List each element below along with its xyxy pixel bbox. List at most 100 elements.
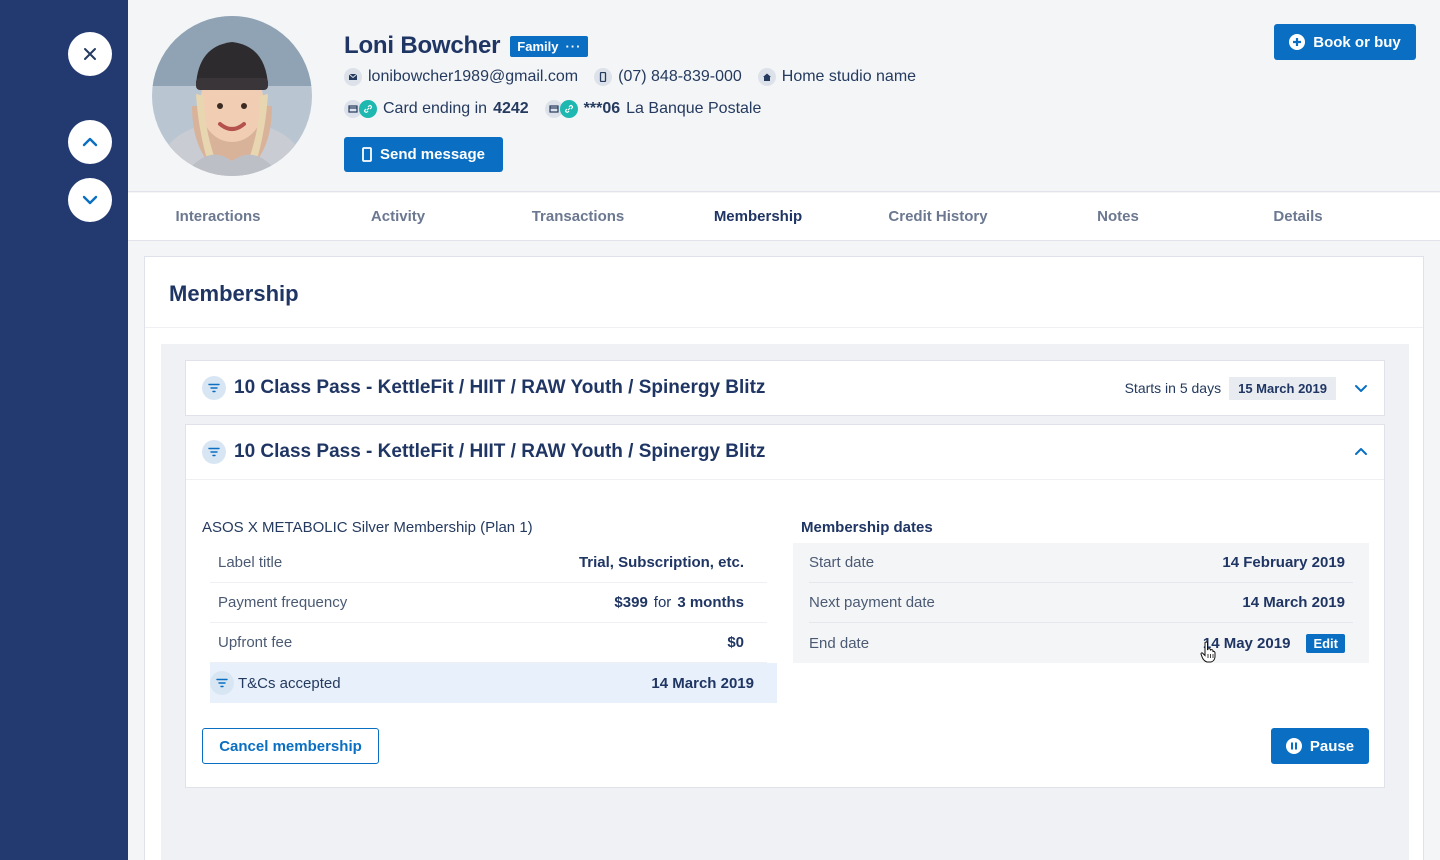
card-prefix-text: Card ending in (383, 100, 488, 117)
bank-payment-item[interactable]: ***06 La Banque Postale (544, 100, 762, 118)
end-date-key: End date (809, 634, 870, 652)
tcs-accepted-label: T&Cs accepted (238, 674, 341, 692)
start-date-value: 14 February 2019 (1222, 554, 1345, 571)
phone-text: (07) 848-839-000 (618, 68, 742, 85)
email-item[interactable]: lonibowcher1989@gmail.com (344, 68, 578, 86)
tab-notes[interactable]: Notes (1028, 193, 1208, 240)
name-row: Loni Bowcher Family ··· (344, 32, 589, 60)
avatar (152, 16, 312, 176)
membership-card-collapsed[interactable]: 10 Class Pass - KettleFit / HIIT / RAW Y… (185, 360, 1385, 416)
membership-panel: Membership 10 Class Pass - KettleFit / H… (144, 256, 1424, 860)
start-date-key: Start date (809, 554, 875, 571)
next-record-button[interactable] (68, 178, 112, 222)
link-icon (359, 100, 377, 118)
pause-button[interactable]: Pause (1271, 728, 1369, 764)
membership-type-badge[interactable]: Family ··· (510, 35, 589, 57)
tab-details[interactable]: Details (1208, 193, 1388, 240)
membership-dates-table: Start date 14 February 2019 Next payment… (793, 543, 1369, 663)
upfront-fee-row: Upfront fee $0 (210, 623, 767, 663)
send-message-button[interactable]: Send message (344, 137, 503, 172)
left-rail (0, 0, 128, 860)
plus-circle-icon (1289, 34, 1306, 50)
membership-card-title: 10 Class Pass - KettleFit / HIIT / RAW Y… (234, 377, 766, 398)
payment-frequency-value: $399 for 3 months (614, 594, 744, 611)
membership-card-header[interactable]: 10 Class Pass - KettleFit / HIIT / RAW Y… (186, 425, 1384, 479)
card-payment-item[interactable]: Card ending in 4242 (344, 100, 529, 118)
label-title-key: Label title (218, 554, 283, 571)
studio-text: Home studio name (781, 68, 917, 85)
payment-period: 3 months (677, 594, 744, 611)
plan-name: ASOS X METABOLIC Silver Membership (Plan… (202, 519, 533, 536)
next-payment-date-value: 14 March 2019 (1242, 594, 1345, 611)
start-date-row: Start date 14 February 2019 (809, 543, 1353, 583)
upfront-fee-value: $0 (727, 634, 744, 651)
membership-list: 10 Class Pass - KettleFit / HIIT / RAW Y… (161, 344, 1409, 860)
studio-item: Home studio name (757, 68, 917, 86)
tcs-accepted-value: 14 March 2019 (651, 674, 754, 692)
bank-name: La Banque Postale (626, 100, 762, 117)
link-icon (559, 100, 578, 118)
payment-frequency-row: Payment frequency $399 for 3 months (210, 583, 767, 623)
tcs-accepted-key: T&Cs accepted (210, 671, 341, 695)
panel-title: Membership (169, 281, 299, 306)
end-date-row: End date 14 May 2019 Edit (809, 623, 1353, 663)
card-last4: 4242 (493, 100, 529, 117)
tab-interactions[interactable]: Interactions (128, 193, 308, 240)
chevron-down-icon (82, 195, 98, 205)
email-text: lonibowcher1989@gmail.com (368, 68, 579, 85)
hand-cursor-icon (1200, 641, 1216, 663)
filter-icon (210, 671, 234, 695)
start-date-chip: 15 March 2019 (1229, 376, 1336, 400)
email-icon (344, 68, 362, 86)
next-payment-date-key: Next payment date (809, 594, 935, 611)
cancel-membership-button[interactable]: Cancel membership (202, 728, 379, 764)
membership-card-title: 10 Class Pass - KettleFit / HIIT / RAW Y… (234, 441, 766, 462)
pause-label: Pause (1309, 737, 1355, 755)
pause-circle-icon (1285, 738, 1302, 754)
payment-methods-row: Card ending in 4242 ***06 La Banque Post… (344, 100, 761, 118)
phone-icon (594, 68, 613, 86)
profile-tabs: Interactions Activity Transactions Membe… (128, 193, 1440, 241)
bank-masked-number: ***06 (583, 100, 621, 117)
membership-details-table: Label title Trial, Subscription, etc. Pa… (210, 543, 777, 703)
close-icon (84, 48, 96, 60)
membership-dates-title: Membership dates (801, 519, 933, 536)
filter-icon (202, 440, 226, 464)
mobile-phone-icon (362, 147, 372, 162)
member-name: Loni Bowcher (344, 32, 501, 59)
end-date-value-wrap: 14 May 2019 Edit (1203, 633, 1345, 653)
previous-record-button[interactable] (68, 120, 112, 164)
tab-credit-history[interactable]: Credit History (848, 193, 1028, 240)
book-or-buy-button[interactable]: Book or buy (1274, 24, 1416, 60)
edit-end-date-button[interactable]: Edit (1306, 633, 1345, 653)
send-message-label: Send message (379, 146, 486, 163)
chevron-up-icon (82, 137, 98, 147)
tab-membership[interactable]: Membership (668, 193, 848, 240)
label-title-row: Label title Trial, Subscription, etc. (210, 543, 767, 583)
filter-icon (202, 376, 226, 400)
next-payment-date-row: Next payment date 14 March 2019 (809, 583, 1353, 623)
phone-item[interactable]: (07) 848-839-000 (594, 68, 742, 86)
divider (186, 479, 1384, 480)
tcs-accepted-row: T&Cs accepted 14 March 2019 (210, 663, 777, 703)
tab-transactions[interactable]: Transactions (488, 193, 668, 240)
upfront-fee-key: Upfront fee (218, 634, 293, 651)
divider (145, 327, 1423, 328)
label-title-value: Trial, Subscription, etc. (578, 554, 744, 571)
payment-frequency-key: Payment frequency (218, 594, 348, 611)
payment-amount: $399 (614, 594, 648, 611)
profile-header: Loni Bowcher Family ··· lonibowcher1989@… (128, 0, 1440, 192)
membership-card-header[interactable]: 10 Class Pass - KettleFit / HIIT / RAW Y… (186, 361, 1384, 415)
starts-in-text: Starts in 5 days (1124, 380, 1222, 396)
more-options-icon: ··· (565, 38, 582, 54)
tab-activity[interactable]: Activity (308, 193, 488, 240)
home-icon (757, 68, 776, 86)
close-button[interactable] (68, 32, 112, 76)
contact-row: lonibowcher1989@gmail.com (07) 848-839-0… (344, 68, 916, 86)
badge-label: Family (517, 38, 559, 54)
payment-for-text: for (653, 594, 672, 611)
book-or-buy-label: Book or buy (1313, 33, 1401, 51)
chevron-up-icon[interactable] (1354, 445, 1368, 459)
membership-card-expanded: 10 Class Pass - KettleFit / HIIT / RAW Y… (185, 424, 1385, 788)
chevron-down-icon[interactable] (1354, 381, 1368, 395)
